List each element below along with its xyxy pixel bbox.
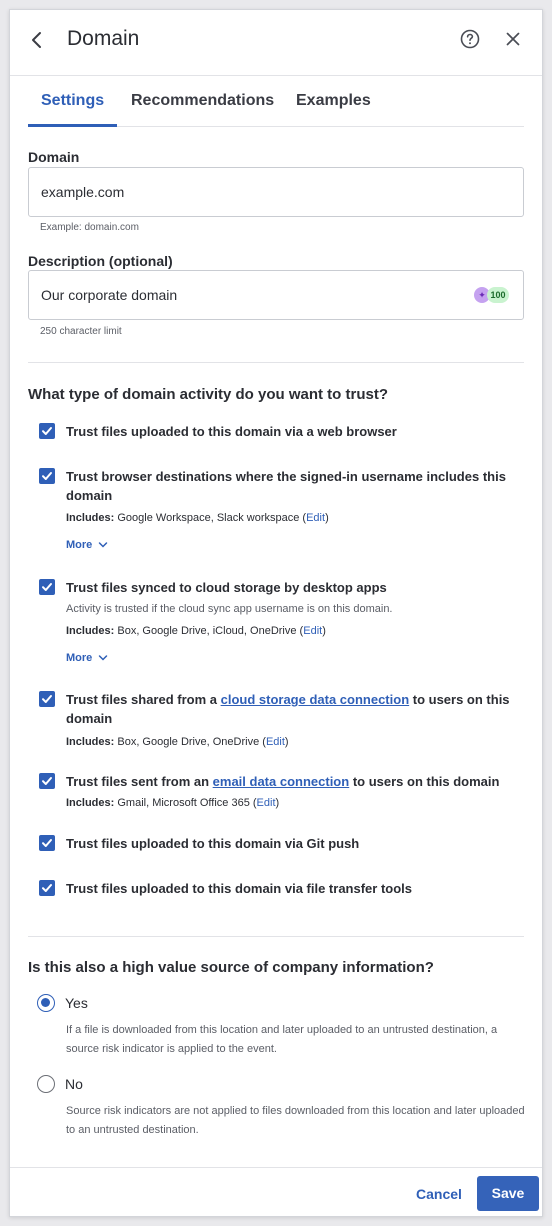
divider [28, 362, 524, 363]
high-value-yes-label: Yes [65, 995, 88, 1011]
trust-cloud-connection-checkbox[interactable] [39, 691, 55, 707]
checkmark-icon [42, 695, 52, 703]
more-label: More [66, 652, 93, 664]
trust-web-browser-label: Trust files uploaded to this domain via … [66, 424, 397, 439]
cloud-sync-note: Activity is trusted if the cloud sync ap… [66, 603, 393, 615]
divider [28, 936, 524, 937]
high-value-yes-description: If a file is downloaded from this locati… [66, 1024, 498, 1055]
browser-destinations-includes: Includes: Google Workspace, Slack worksp… [66, 512, 329, 524]
description-label: Description (optional) [28, 253, 173, 269]
high-value-yes-radio[interactable] [37, 994, 55, 1012]
checkmark-icon [42, 777, 52, 785]
close-icon [506, 32, 520, 46]
checkmark-icon [42, 839, 52, 847]
more-toggle[interactable]: More [66, 539, 108, 551]
includes-label: Includes: [66, 736, 115, 748]
high-value-no-description: Source risk indicators are not applied t… [66, 1105, 525, 1136]
domain-panel: Domain Settings Recommendations Examples… [9, 9, 543, 1217]
ai-assist-badge[interactable]: ✦ 100 [474, 287, 510, 303]
edit-link[interactable]: Edit [306, 512, 325, 524]
help-button[interactable] [460, 29, 480, 49]
tab-examples[interactable]: Examples [296, 92, 371, 110]
trust-email-connection-checkbox[interactable] [39, 773, 55, 789]
trust-browser-destinations-label: Trust browser destinations where the sig… [66, 469, 506, 503]
includes-value: Gmail, Microsoft Office 365 [117, 797, 250, 809]
cancel-button[interactable]: Cancel [416, 1186, 462, 1202]
label-text: Trust files sent from an [66, 774, 213, 789]
label-text: Trust files shared from a [66, 692, 221, 707]
includes-value: Box, Google Drive, iCloud, OneDrive [117, 625, 297, 637]
domain-helper-text: Example: domain.com [40, 222, 139, 233]
active-tab-indicator [28, 124, 117, 127]
high-value-no-radio[interactable] [37, 1075, 55, 1093]
panel-footer: Cancel Save [10, 1167, 542, 1216]
trust-web-browser-checkbox[interactable] [39, 423, 55, 439]
description-helper-text: 250 character limit [40, 326, 122, 337]
trust-git-push-checkbox[interactable] [39, 835, 55, 851]
includes-label: Includes: [66, 625, 115, 637]
trust-browser-destinations-checkbox[interactable] [39, 468, 55, 484]
checkmark-icon [42, 472, 52, 480]
checkmark-icon [42, 884, 52, 892]
high-value-no-label: No [65, 1076, 83, 1092]
trust-git-push-label: Trust files uploaded to this domain via … [66, 836, 360, 851]
chevron-down-icon [99, 655, 108, 661]
more-toggle[interactable]: More [66, 652, 108, 664]
checkmark-icon [42, 583, 52, 591]
save-button[interactable]: Save [477, 1176, 539, 1211]
trust-email-connection-label: Trust files sent from an email data conn… [66, 772, 526, 791]
trust-cloud-sync-label: Trust files synced to cloud storage by d… [66, 580, 387, 595]
description-input[interactable]: Our corporate domain [28, 270, 524, 320]
trust-file-transfer-label: Trust files uploaded to this domain via … [66, 881, 412, 896]
domain-input[interactable]: example.com [28, 167, 524, 217]
trust-section-title: What type of domain activity do you want… [28, 386, 389, 403]
tab-settings[interactable]: Settings [41, 92, 104, 110]
tab-bar: Settings Recommendations Examples [28, 76, 524, 127]
trust-cloud-connection-label: Trust files shared from a cloud storage … [66, 690, 526, 728]
ai-badge-count: 100 [487, 287, 509, 303]
cloud-connection-includes: Includes: Box, Google Drive, OneDrive (E… [66, 736, 289, 748]
includes-value: Google Workspace, Slack workspace [117, 512, 300, 524]
email-connection-includes: Includes: Gmail, Microsoft Office 365 (E… [66, 797, 280, 809]
includes-label: Includes: [66, 797, 115, 809]
trust-cloud-sync-checkbox[interactable] [39, 579, 55, 595]
label-text: to users on this domain [349, 774, 500, 789]
edit-link[interactable]: Edit [266, 736, 285, 748]
domain-label: Domain [28, 149, 80, 165]
includes-label: Includes: [66, 512, 115, 524]
close-button[interactable] [504, 30, 522, 48]
question-circle-icon [460, 29, 480, 49]
cloud-sync-includes: Includes: Box, Google Drive, iCloud, One… [66, 625, 326, 637]
edit-link[interactable]: Edit [257, 797, 276, 809]
back-button[interactable] [26, 29, 48, 51]
tab-recommendations[interactable]: Recommendations [131, 92, 274, 110]
more-label: More [66, 539, 93, 551]
trust-file-transfer-checkbox[interactable] [39, 880, 55, 896]
page-title: Domain [67, 27, 140, 50]
includes-value: Box, Google Drive, OneDrive [117, 736, 260, 748]
high-value-section-title: Is this also a high value source of comp… [28, 959, 434, 976]
chevron-down-icon [99, 542, 108, 548]
chevron-left-icon [32, 32, 41, 48]
checkmark-icon [42, 427, 52, 435]
edit-link[interactable]: Edit [303, 625, 322, 637]
panel-header: Domain [10, 10, 542, 76]
cloud-storage-connection-link[interactable]: cloud storage data connection [221, 692, 410, 707]
email-connection-link[interactable]: email data connection [213, 774, 350, 789]
